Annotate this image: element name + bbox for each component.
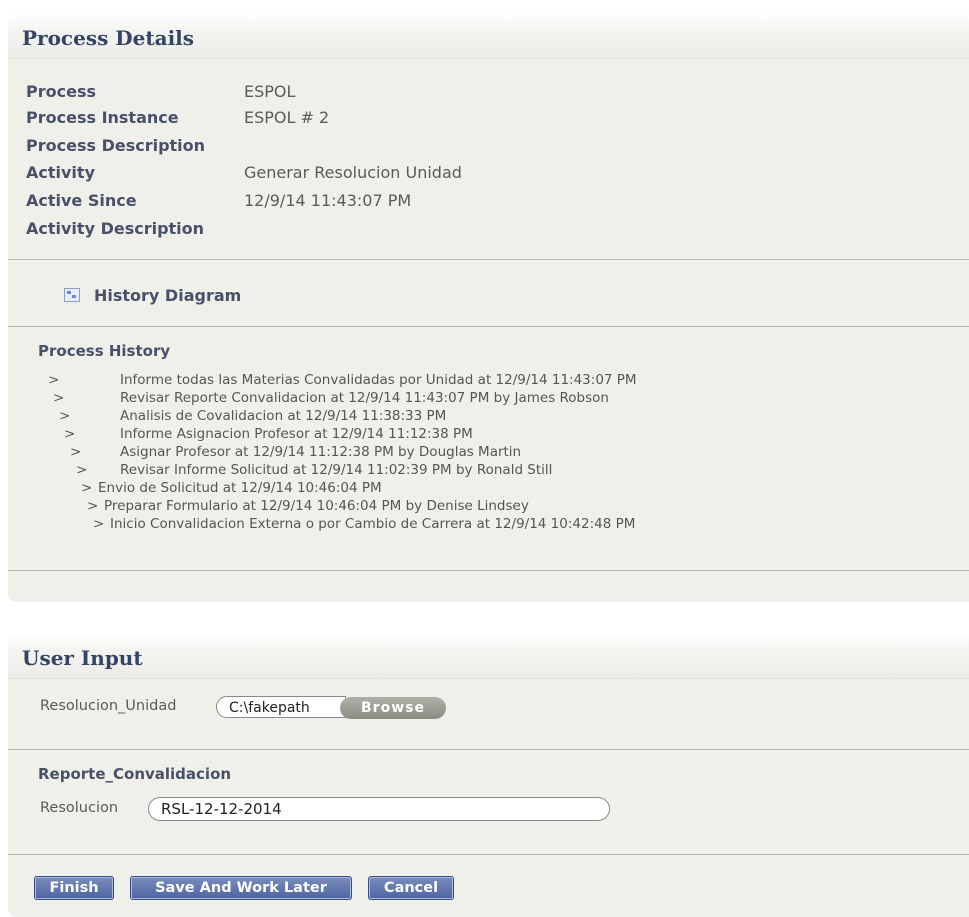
- history-arrow: >: [93, 516, 105, 532]
- process-description-label: Process Description: [26, 136, 206, 155]
- divider: [8, 570, 969, 571]
- history-entry-text: Revisar Reporte Convalidacion at 12/9/14…: [120, 390, 609, 406]
- active-since-label: Active Since: [26, 191, 137, 210]
- process-label: Process: [26, 82, 96, 101]
- process-instance-label: Process Instance: [26, 108, 179, 127]
- process-details-panel: Process Details Process ESPOL Process In…: [8, 12, 969, 602]
- history-arrow: >: [76, 462, 88, 478]
- history-entry-text: Informe Asignacion Profesor at 12/9/14 1…: [120, 426, 473, 442]
- active-since-value: 12/9/14 11:43:07 PM: [244, 191, 412, 210]
- history-arrow: >: [81, 480, 93, 496]
- process-details-title: Process Details: [22, 26, 195, 50]
- history-arrow: >: [87, 498, 99, 514]
- history-entry-text: Asignar Profesor at 12/9/14 11:12:38 PM …: [120, 444, 522, 460]
- history-entry-text: Analisis de Covalidacion at 12/9/14 11:3…: [120, 408, 447, 424]
- history-arrow: >: [48, 372, 60, 388]
- history-entry-text: Informe todas las Materias Convalidadas …: [120, 372, 637, 388]
- browse-button[interactable]: Browse: [340, 697, 446, 719]
- history-diagram-link[interactable]: History Diagram: [94, 286, 241, 305]
- reporte-convalidacion-title: Reporte_Convalidacion: [38, 765, 232, 783]
- process-value: ESPOL: [244, 82, 296, 101]
- user-input-panel: User Input Resolucion_Unidad C:\fakepath…: [8, 632, 969, 917]
- process-history-title: Process History: [38, 342, 171, 360]
- history-entry-text: Inicio Convalidacion Externa o por Cambi…: [110, 516, 636, 532]
- divider: [8, 326, 969, 327]
- history-entry-text: Preparar Formulario at 12/9/14 10:46:04 …: [104, 498, 529, 514]
- resolucion-unidad-label: Resolucion_Unidad: [40, 698, 177, 714]
- history-arrow: >: [64, 426, 76, 442]
- user-input-header: User Input: [8, 632, 969, 679]
- history-arrow: >: [59, 408, 71, 424]
- file-path-field[interactable]: C:\fakepath: [216, 696, 346, 718]
- cancel-button[interactable]: Cancel: [368, 876, 454, 900]
- divider: [8, 259, 969, 260]
- save-and-work-later-button[interactable]: Save And Work Later: [130, 876, 352, 900]
- history-arrow: >: [70, 444, 82, 460]
- file-upload[interactable]: C:\fakepath Browse: [216, 696, 446, 720]
- divider: [8, 749, 969, 750]
- activity-value: Generar Resolucion Unidad: [244, 163, 462, 182]
- activity-label: Activity: [26, 163, 95, 182]
- user-input-title: User Input: [22, 646, 143, 670]
- divider: [8, 854, 969, 855]
- process-instance-value: ESPOL # 2: [244, 108, 330, 127]
- activity-description-label: Activity Description: [26, 219, 205, 238]
- history-arrow: >: [53, 390, 65, 406]
- resolucion-input[interactable]: [148, 797, 610, 821]
- diagram-icon[interactable]: [64, 288, 80, 302]
- history-entry-text: Envio de Solicitud at 12/9/14 10:46:04 P…: [98, 480, 382, 496]
- process-details-header: Process Details: [8, 12, 969, 59]
- resolucion-label: Resolucion: [40, 800, 119, 816]
- history-entry-text: Revisar Informe Solicitud at 12/9/14 11:…: [120, 462, 553, 478]
- finish-button[interactable]: Finish: [34, 876, 114, 900]
